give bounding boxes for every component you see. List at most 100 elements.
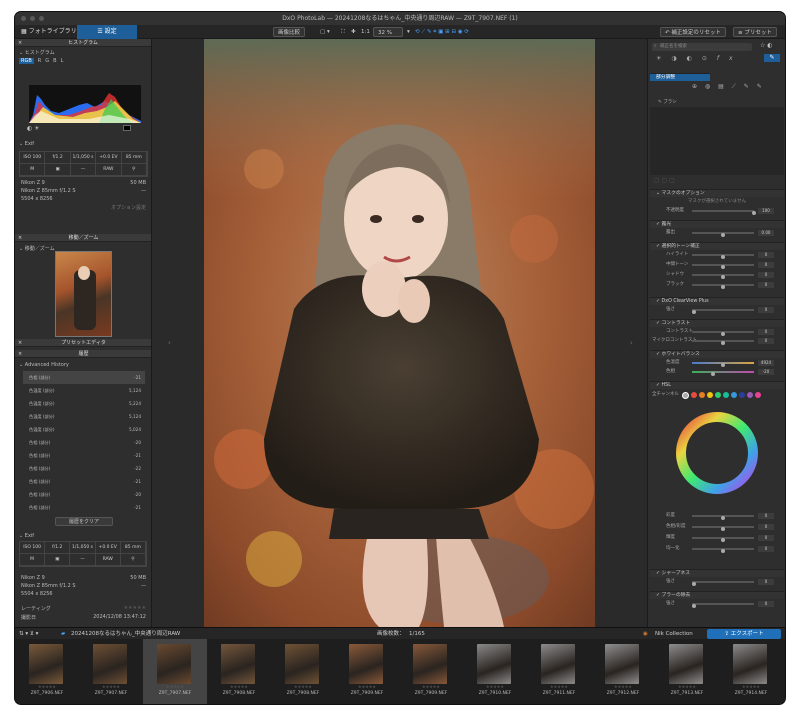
filmstrip-thumbnail[interactable]: ★★★★★ Z9T_7909.NEF xyxy=(399,639,463,704)
history-item[interactable]: 色相 (部分) -20 xyxy=(23,488,145,501)
star-icon[interactable]: ☆ ◐ xyxy=(760,42,773,49)
tint-slider[interactable] xyxy=(692,371,754,376)
filmstrip-thumbnail[interactable]: ★★★★★ Z9T_7907.NEF xyxy=(79,639,143,704)
hsl-value[interactable]: 0 xyxy=(758,513,774,519)
tone-head[interactable]: ✓ 選択的トーン補正 xyxy=(650,242,784,250)
opacity-slider[interactable] xyxy=(692,210,756,215)
history-item[interactable]: 色相 (部分) -21 xyxy=(23,501,145,514)
hsl-value[interactable]: 0 xyxy=(758,535,774,541)
history-item[interactable]: 色相 (部分) -21 xyxy=(23,449,145,462)
export-button[interactable]: ⇪ エクスポート xyxy=(707,629,781,639)
window-controls[interactable] xyxy=(21,16,44,21)
tone-value[interactable]: 0 xyxy=(758,262,774,268)
filmstrip-thumbnail[interactable]: ★★★★★ Z9T_7908.NEF xyxy=(271,639,335,704)
options-row[interactable]: オプション設定 xyxy=(15,203,151,212)
clear-history-button[interactable]: 履歴をクリア xyxy=(55,517,113,526)
tone-knob[interactable] xyxy=(721,265,725,269)
hsl-slider[interactable] xyxy=(692,537,754,542)
hsl-slider[interactable] xyxy=(692,515,754,520)
close-icon[interactable]: × xyxy=(18,350,22,358)
color-channel-swatch[interactable] xyxy=(731,392,737,398)
tone-knob[interactable] xyxy=(721,275,725,279)
channel-l[interactable]: L xyxy=(61,58,64,64)
opacity-value[interactable]: 100 xyxy=(758,208,774,214)
color-channel-swatch[interactable] xyxy=(707,392,713,398)
blur-head[interactable]: ✓ ブラーの除去 xyxy=(650,591,784,599)
hsl-slider[interactable] xyxy=(692,526,754,531)
thumbnail-rating[interactable]: ★★★★★ xyxy=(15,684,79,689)
clearview-head[interactable]: ✓ DxO ClearView Plus xyxy=(650,297,784,305)
channel-r[interactable]: R xyxy=(38,58,41,64)
tab-photo-library[interactable]: ▦ フォトライブラリ xyxy=(15,25,83,39)
filmstrip-thumbnail[interactable]: ★★★★★ Z9T_7910.NEF xyxy=(463,639,527,704)
sharpness-head[interactable]: ✓ シャープネス xyxy=(650,569,784,577)
thumbnail-rating[interactable]: ★★★★★ xyxy=(591,684,655,689)
color-channel-swatch[interactable] xyxy=(755,392,761,398)
rating-stars[interactable]: ★★★★★ xyxy=(124,605,146,612)
clearview-value[interactable]: 0 xyxy=(758,307,774,313)
thumbnail-rating[interactable]: ★★★★★ xyxy=(79,684,143,689)
hsl-knob[interactable] xyxy=(721,527,725,531)
channel-b[interactable]: B xyxy=(53,58,56,64)
collapse-right-icon[interactable]: › xyxy=(630,339,633,347)
color-channel-swatch[interactable] xyxy=(739,392,745,398)
history-item[interactable]: 色相 (部分) -22 xyxy=(23,462,145,475)
close-icon[interactable]: × xyxy=(18,339,22,347)
navigator-thumbnail[interactable] xyxy=(55,251,112,337)
color-channel-swatch[interactable] xyxy=(682,392,689,399)
crop-view-icon[interactable]: ▢ ▾ xyxy=(320,27,330,37)
channel-g[interactable]: G xyxy=(45,58,49,64)
tone-knob[interactable] xyxy=(721,285,725,289)
filmstrip-thumbnail[interactable]: ★★★★★ Z9T_7906.NEF xyxy=(15,639,79,704)
image-viewer[interactable]: ‹ › xyxy=(152,39,647,627)
thumbnail-rating[interactable]: ★★★★★ xyxy=(463,684,527,689)
zoom-dropdown-icon[interactable]: ▾ xyxy=(407,27,410,37)
local-adjust-head[interactable]: 部分調整 xyxy=(650,73,710,81)
micro-contrast-value[interactable]: 0 xyxy=(758,338,774,344)
color-channel-swatch[interactable] xyxy=(715,392,721,398)
contrast-slider[interactable] xyxy=(692,331,754,336)
clearview-slider[interactable] xyxy=(692,309,754,314)
exposure-slider[interactable] xyxy=(692,232,754,237)
history-item[interactable]: 色温度 (部分) 5,124 xyxy=(23,410,145,423)
zoom-1to1-button[interactable]: 1:1 xyxy=(361,27,370,37)
color-channel-swatch[interactable] xyxy=(699,392,705,398)
mask-options-head[interactable]: ⌄ マスクのオプション xyxy=(650,189,784,197)
preset-button[interactable]: ≡ プリセット xyxy=(733,27,777,37)
filmstrip-thumbnail[interactable]: ★★★★★ Z9T_7908.NEF xyxy=(207,639,271,704)
history-item[interactable]: 色相 (部分) -21 xyxy=(23,371,145,384)
tone-slider[interactable] xyxy=(692,264,754,269)
move-icon[interactable]: ✚ xyxy=(351,27,356,37)
tool-category-icons[interactable]: ☀◑◐⊙fx xyxy=(656,55,743,62)
history-item[interactable]: 色相 (部分) -20 xyxy=(23,436,145,449)
hsl-knob[interactable] xyxy=(721,538,725,542)
exposure-value[interactable]: 0.00 xyxy=(758,230,774,236)
hsl-head[interactable]: ✓ HSL xyxy=(650,381,784,389)
history-item[interactable]: 色相 (部分) -21 xyxy=(23,475,145,488)
tone-knob[interactable] xyxy=(721,255,725,259)
contrast-head[interactable]: ✓ コントラスト xyxy=(650,319,784,327)
micro-contrast-slider[interactable] xyxy=(692,340,754,345)
hsl-value[interactable]: 0 xyxy=(758,524,774,530)
thumbnail-rating[interactable]: ★★★★★ xyxy=(655,684,719,689)
close-icon[interactable]: × xyxy=(18,234,22,242)
color-channel-swatch[interactable] xyxy=(723,392,729,398)
local-tools-icons[interactable]: ⊕ ◍ ▤ ⟋ ✎ ✎ xyxy=(692,83,765,91)
thumbnail-rating[interactable]: ★★★★★ xyxy=(527,684,591,689)
main-photo[interactable] xyxy=(204,39,595,627)
search-input[interactable]: ⌕ 補正名を検索 xyxy=(652,43,752,51)
history-item[interactable]: 色温度 (部分) 5,024 xyxy=(23,423,145,436)
color-wheel[interactable] xyxy=(675,411,759,495)
filmstrip-thumbnail[interactable]: ★★★★★ Z9T_7907.NEF xyxy=(143,639,207,704)
color-channel-swatch[interactable] xyxy=(747,392,753,398)
hsl-knob[interactable] xyxy=(721,549,725,553)
reset-corrections-button[interactable]: ↶ 補正設定のリセット xyxy=(660,27,726,37)
hsl-slider[interactable] xyxy=(692,548,754,553)
thumbnail-rating[interactable]: ★★★★★ xyxy=(207,684,271,689)
mask-tool-icons[interactable]: ▢ ▢ ▢ xyxy=(654,177,675,184)
hsl-knob[interactable] xyxy=(721,516,725,520)
tone-slider[interactable] xyxy=(692,284,754,289)
tab-customize[interactable]: ☰ 設定 xyxy=(77,25,137,39)
local-adjust-tab-icon[interactable]: ✎ xyxy=(764,54,780,62)
thumbnail-rating[interactable]: ★★★★★ xyxy=(719,684,783,689)
